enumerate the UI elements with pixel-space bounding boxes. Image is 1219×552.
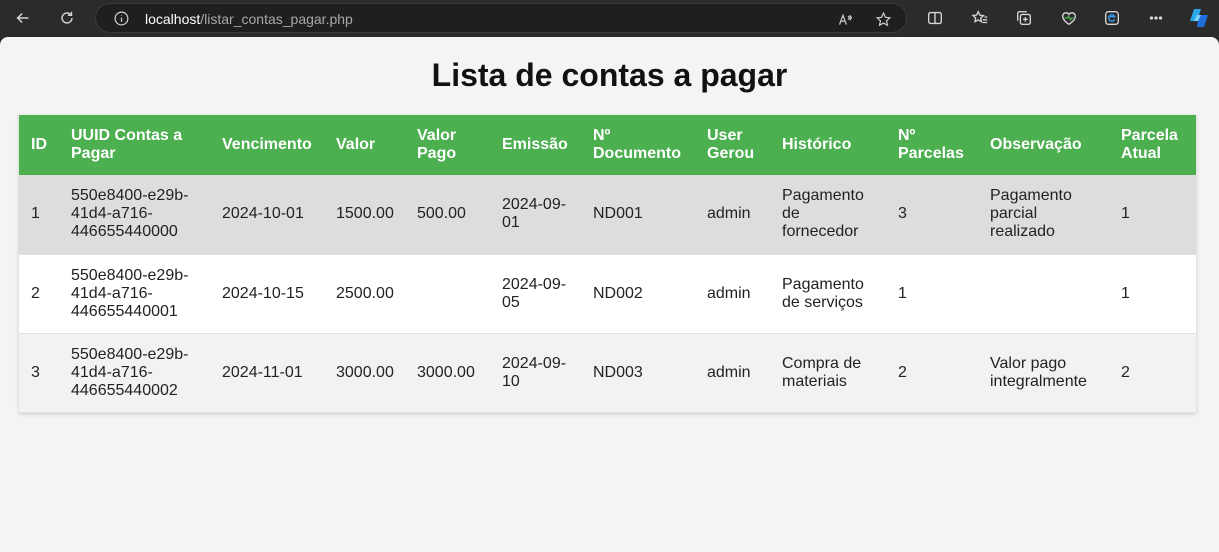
read-aloud-icon[interactable] bbox=[835, 9, 855, 29]
header-historico: Histórico bbox=[770, 115, 886, 175]
cell-historico: Pagamento de serviços bbox=[770, 254, 886, 334]
header-user-gerou: User Gerou bbox=[695, 115, 770, 175]
cell-historico: Pagamento de fornecedor bbox=[770, 175, 886, 255]
collections-icon[interactable] bbox=[1013, 7, 1035, 29]
cell-valor-pago: 500.00 bbox=[405, 175, 490, 255]
cell-user-gerou: admin bbox=[695, 175, 770, 255]
table-header-row: ID UUID Contas a Pagar Vencimento Valor … bbox=[19, 115, 1196, 175]
cell-documento: ND003 bbox=[581, 333, 695, 413]
header-parcelas: Nº Parcelas bbox=[886, 115, 978, 175]
cell-id: 1 bbox=[19, 175, 59, 255]
address-bar[interactable]: localhost/listar_contas_pagar.php bbox=[95, 3, 907, 33]
header-parcela-atual: Parcela Atual bbox=[1109, 115, 1196, 175]
back-arrow-icon[interactable] bbox=[9, 5, 37, 31]
page-title: Lista de contas a pagar bbox=[431, 57, 788, 93]
header-id: ID bbox=[19, 115, 59, 175]
cell-parcela-atual: 1 bbox=[1109, 175, 1196, 255]
cell-parcelas: 3 bbox=[886, 175, 978, 255]
header-uuid: UUID Contas a Pagar bbox=[59, 115, 210, 175]
cell-emissao: 2024-09-10 bbox=[490, 333, 581, 413]
header-valor: Valor bbox=[324, 115, 405, 175]
header-vencimento: Vencimento bbox=[210, 115, 324, 175]
cell-vencimento: 2024-10-15 bbox=[210, 254, 324, 334]
cell-id: 3 bbox=[19, 333, 59, 413]
url-host: localhost bbox=[145, 11, 201, 27]
cell-id: 2 bbox=[19, 254, 59, 334]
cell-valor-pago bbox=[405, 254, 490, 334]
url-text[interactable]: localhost/listar_contas_pagar.php bbox=[145, 11, 353, 27]
cell-vencimento: 2024-10-01 bbox=[210, 175, 324, 255]
copilot-icon[interactable] bbox=[1186, 5, 1212, 31]
cell-emissao: 2024-09-05 bbox=[490, 254, 581, 334]
refresh-icon[interactable] bbox=[53, 5, 81, 31]
cell-valor: 3000.00 bbox=[324, 333, 405, 413]
cell-observacao: Pagamento parcial realizado bbox=[978, 175, 1109, 255]
cell-parcela-atual: 1 bbox=[1109, 254, 1196, 334]
header-valor-pago: Valor Pago bbox=[405, 115, 490, 175]
cell-vencimento: 2024-11-01 bbox=[210, 333, 324, 413]
url-path: /listar_contas_pagar.php bbox=[200, 11, 353, 27]
table-row: 1 550e8400-e29b-41d4-a716-446655440000 2… bbox=[19, 175, 1196, 255]
page-content: Lista de contas a pagar ID UUID Contas a… bbox=[0, 37, 1219, 552]
accounts-payable-table: ID UUID Contas a Pagar Vencimento Valor … bbox=[19, 115, 1196, 413]
cell-observacao: Valor pago integralmente bbox=[978, 333, 1109, 413]
cell-parcela-atual: 2 bbox=[1109, 333, 1196, 413]
cell-valor: 1500.00 bbox=[324, 175, 405, 255]
cell-emissao: 2024-09-01 bbox=[490, 175, 581, 255]
favorite-star-icon[interactable] bbox=[873, 9, 893, 29]
cell-uuid: 550e8400-e29b-41d4-a716-446655440002 bbox=[59, 333, 210, 413]
header-observacao: Observação bbox=[978, 115, 1109, 175]
browser-toolbar: localhost/listar_contas_pagar.php bbox=[0, 0, 1219, 37]
cell-parcelas: 1 bbox=[886, 254, 978, 334]
cell-uuid: 550e8400-e29b-41d4-a716-446655440001 bbox=[59, 254, 210, 334]
favorites-icon[interactable] bbox=[969, 7, 991, 29]
table-row: 2 550e8400-e29b-41d4-a716-446655440001 2… bbox=[19, 254, 1196, 334]
cell-valor-pago: 3000.00 bbox=[405, 333, 490, 413]
edge-extension-icon[interactable] bbox=[1101, 7, 1123, 29]
header-documento: Nº Documento bbox=[581, 115, 695, 175]
cell-documento: ND001 bbox=[581, 175, 695, 255]
browser-essentials-icon[interactable] bbox=[1058, 7, 1080, 29]
table-row: 3 550e8400-e29b-41d4-a716-446655440002 2… bbox=[19, 333, 1196, 413]
site-info-icon[interactable] bbox=[113, 10, 130, 27]
header-emissao: Emissão bbox=[490, 115, 581, 175]
cell-user-gerou: admin bbox=[695, 333, 770, 413]
cell-historico: Compra de materiais bbox=[770, 333, 886, 413]
split-screen-icon[interactable] bbox=[924, 7, 946, 29]
cell-documento: ND002 bbox=[581, 254, 695, 334]
cell-observacao bbox=[978, 254, 1109, 334]
cell-uuid: 550e8400-e29b-41d4-a716-446655440000 bbox=[59, 175, 210, 255]
cell-valor: 2500.00 bbox=[324, 254, 405, 334]
cell-parcelas: 2 bbox=[886, 333, 978, 413]
cell-user-gerou: admin bbox=[695, 254, 770, 334]
more-options-icon[interactable] bbox=[1145, 7, 1167, 29]
